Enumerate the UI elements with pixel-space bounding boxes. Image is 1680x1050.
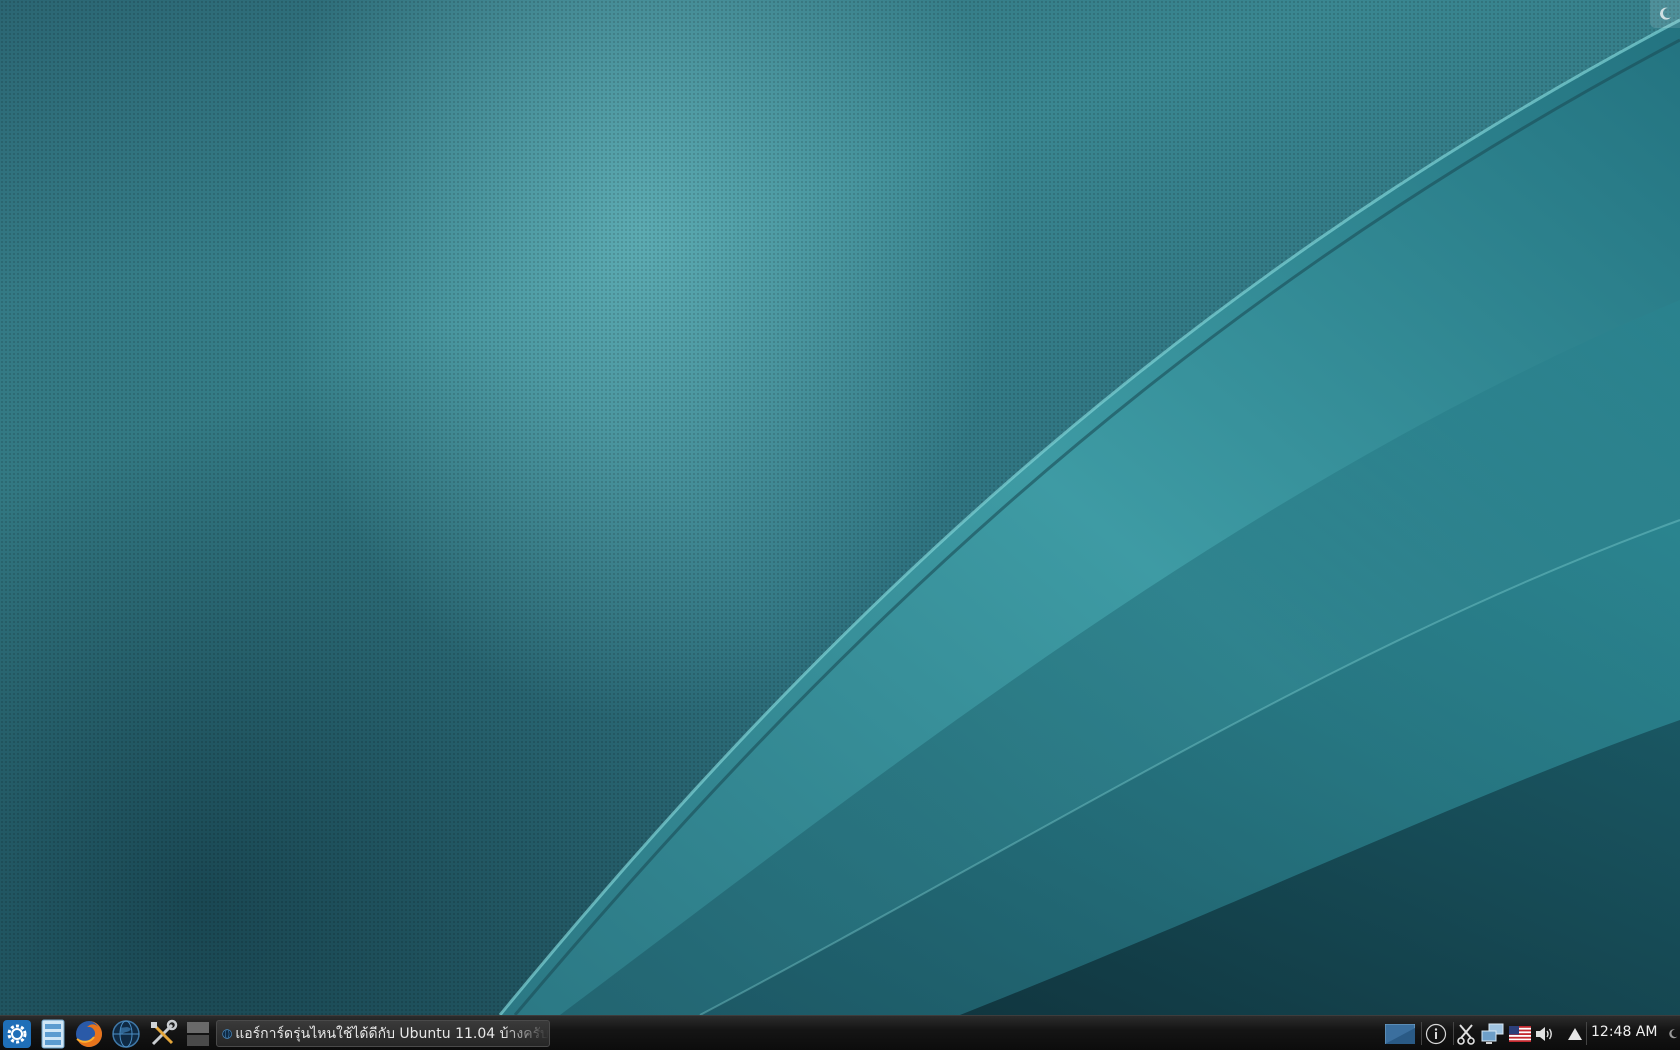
firefox-launcher[interactable] xyxy=(73,1018,105,1050)
file-manager-launcher[interactable] xyxy=(37,1018,69,1050)
notifications-button[interactable] xyxy=(1422,1022,1450,1046)
expand-tray-button[interactable] xyxy=(1565,1022,1585,1046)
taskbar-panel: แอร์การ์ดรุ่นไหนใช้ได้ดีกับ Ubuntu 11.04… xyxy=(0,1015,1680,1050)
plasma-toolbox-button[interactable] xyxy=(1650,0,1680,28)
pager-icon xyxy=(1385,1024,1415,1044)
show-desktop-button[interactable] xyxy=(182,1018,214,1050)
volume-icon xyxy=(1536,1027,1552,1041)
wallpaper-curve-graphic xyxy=(498,18,1680,1015)
network-icon xyxy=(1481,1023,1504,1044)
expand-tray-arrow-icon xyxy=(1568,1028,1582,1040)
internet-browser-launcher[interactable] xyxy=(110,1018,142,1050)
notifications-info-icon xyxy=(1425,1023,1447,1045)
kde-gear-icon xyxy=(3,1020,31,1048)
clipboard-button[interactable] xyxy=(1454,1022,1478,1046)
tray-separator xyxy=(1586,1022,1587,1045)
tools-icon xyxy=(151,1019,178,1046)
firefox-icon xyxy=(76,1021,102,1047)
virtual-desktop-pager[interactable] xyxy=(1384,1022,1416,1046)
globe-icon xyxy=(222,1028,232,1039)
panel-toolbox-button[interactable] xyxy=(1665,1022,1680,1046)
network-button[interactable] xyxy=(1480,1022,1506,1046)
keyboard-layout-us-flag-icon xyxy=(1509,1026,1531,1042)
task-button-browser-window[interactable]: แอร์การ์ดรุ่นไหนใช้ได้ดีกับ Ubuntu 11.04… xyxy=(216,1020,550,1047)
digital-clock[interactable]: 12:48 AM xyxy=(1591,1024,1657,1040)
show-desktop-icon xyxy=(187,1022,209,1046)
plasma-toolbox-icon xyxy=(1668,1029,1677,1039)
dolphin-icon xyxy=(41,1019,65,1049)
desktop-wallpaper xyxy=(0,0,1680,1015)
clipboard-scissors-icon xyxy=(1457,1024,1475,1045)
system-settings-launcher[interactable] xyxy=(147,1018,179,1050)
globe-icon xyxy=(112,1020,140,1048)
volume-button[interactable] xyxy=(1533,1022,1555,1046)
plasma-toolbox-icon xyxy=(1660,7,1671,20)
application-launcher-button[interactable] xyxy=(1,1018,33,1050)
keyboard-layout-button[interactable] xyxy=(1508,1022,1532,1046)
task-title: แอร์การ์ดรุ่นไหนใช้ได้ดีกับ Ubuntu 11.04… xyxy=(235,1025,549,1042)
